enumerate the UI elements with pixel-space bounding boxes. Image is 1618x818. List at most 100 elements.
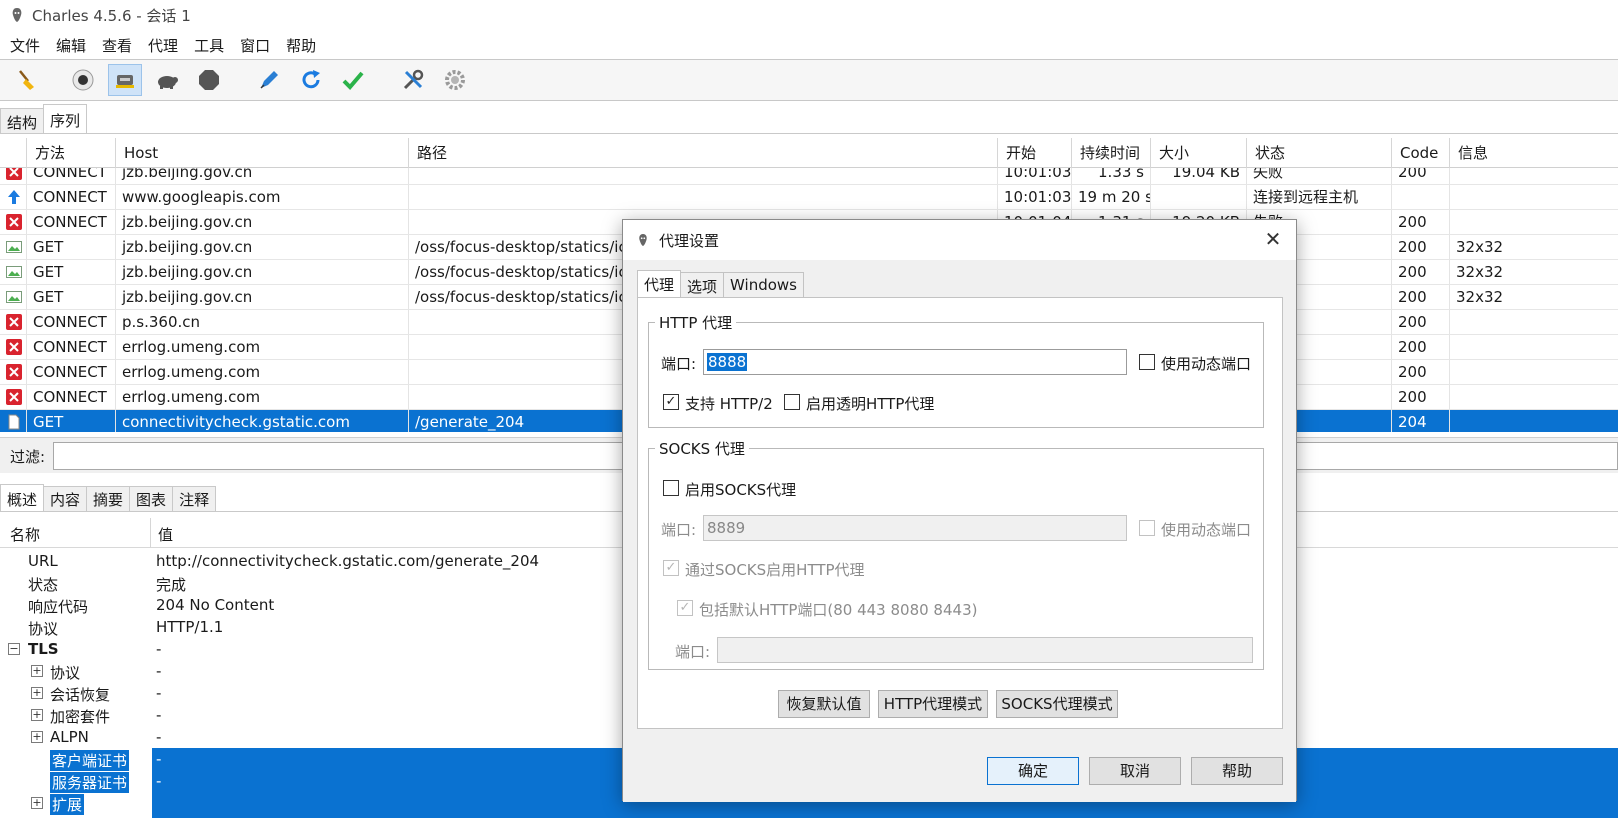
clear-session-button[interactable] <box>10 64 44 96</box>
restore-defaults-button[interactable]: 恢复默认值 <box>778 690 870 718</box>
refresh-icon <box>302 70 320 89</box>
include-default-ports-checkbox[interactable]: ✓ <box>677 600 693 616</box>
col-path[interactable]: 路径 <box>408 138 997 168</box>
menu-view[interactable]: 查看 <box>94 35 140 56</box>
help-button[interactable]: 帮助 <box>1191 757 1283 785</box>
col-host[interactable]: Host <box>115 138 408 168</box>
menu-bar: 文件 编辑 查看 代理 工具 窗口 帮助 <box>0 32 1618 58</box>
col-duration[interactable]: 持续时间 <box>1071 138 1150 168</box>
http-port-input[interactable]: 8888 <box>703 349 1127 375</box>
socks-ports-input[interactable] <box>717 637 1253 663</box>
cell-host: jzb.beijing.gov.cn <box>115 285 408 309</box>
cell-method: CONNECT <box>26 360 115 384</box>
image-file-icon <box>6 241 22 253</box>
cell-code: 200 <box>1391 310 1449 334</box>
repeat-button[interactable] <box>294 64 328 96</box>
socks-port-input[interactable]: 8889 <box>703 515 1127 541</box>
prop-name: 客户端证书 <box>50 750 130 771</box>
cell-size <box>1150 185 1246 209</box>
tab-structure[interactable]: 结构 <box>0 108 45 134</box>
stop-button[interactable] <box>192 64 226 96</box>
settings-button[interactable] <box>438 64 472 96</box>
menu-file[interactable]: 文件 <box>2 35 48 56</box>
charles-dialog-icon <box>639 234 647 246</box>
menu-proxy[interactable]: 代理 <box>140 35 186 56</box>
cell-size: 19.04 KB <box>1150 168 1246 184</box>
expand-icon[interactable]: + <box>31 797 43 809</box>
http-dynamic-port-checkbox[interactable] <box>1139 354 1155 370</box>
cell-path <box>408 185 997 209</box>
tab-sequence[interactable]: 序列 <box>43 104 88 134</box>
cell-host: connectivitycheck.gstatic.com <box>115 410 408 432</box>
via-socks-checkbox[interactable]: ✓ <box>663 560 679 576</box>
cancel-button[interactable]: 取消 <box>1089 757 1181 785</box>
cell-host: jzb.beijing.gov.cn <box>115 260 408 284</box>
expand-icon[interactable]: + <box>31 687 43 699</box>
ok-button[interactable]: 确定 <box>987 757 1079 785</box>
prop-value: 204 No Content <box>156 596 275 614</box>
transparent-proxy-checkbox[interactable] <box>784 394 800 410</box>
document-icon <box>8 414 20 430</box>
col-size[interactable]: 大小 <box>1150 138 1246 168</box>
table-row[interactable]: CONNECT www.googleapis.com 10:01:03 19 m 20… <box>0 185 1618 210</box>
table-row[interactable]: CONNECT jzb.beijing.gov.cn 10:01:03 1.33 s1… <box>0 168 1618 185</box>
expand-icon[interactable]: + <box>31 665 43 677</box>
col-code[interactable]: Code <box>1391 138 1449 168</box>
tools-icon <box>403 69 424 90</box>
col-method[interactable]: 方法 <box>26 138 115 168</box>
cell-method: CONNECT <box>26 168 115 184</box>
cell-info <box>1449 335 1618 359</box>
broom-icon <box>19 70 34 90</box>
tab-proxy[interactable]: 代理 <box>637 270 682 298</box>
tab-chart[interactable]: 图表 <box>129 486 174 512</box>
record-button[interactable] <box>66 64 100 96</box>
include-default-ports-label: 包括默认HTTP端口(80 443 8080 8443) <box>699 601 978 619</box>
cell-info <box>1449 410 1618 432</box>
props-col-divider <box>150 518 151 548</box>
tools-button[interactable] <box>396 64 430 96</box>
menu-tools[interactable]: 工具 <box>186 35 232 56</box>
cell-code: 200 <box>1391 360 1449 384</box>
tab-contents[interactable]: 内容 <box>43 486 88 512</box>
compose-button[interactable] <box>252 64 286 96</box>
cell-method: CONNECT <box>26 185 115 209</box>
cell-code: 200 <box>1391 385 1449 409</box>
error-icon <box>6 364 22 380</box>
http-proxy-mode-button[interactable]: HTTP代理模式 <box>878 690 988 718</box>
tab-notes[interactable]: 注释 <box>172 486 217 512</box>
socks-proxy-mode-button[interactable]: SOCKS代理模式 <box>996 690 1118 718</box>
prop-name: 响应代码 <box>28 598 89 616</box>
menu-help[interactable]: 帮助 <box>278 35 324 56</box>
tab-options[interactable]: 选项 <box>680 272 725 298</box>
tab-summary[interactable]: 摘要 <box>86 486 131 512</box>
prop-name: 会话恢复 <box>50 686 111 704</box>
cell-info: 32x32 <box>1449 260 1618 284</box>
cell-info <box>1449 385 1618 409</box>
col-status[interactable]: 状态 <box>1246 138 1391 168</box>
expand-icon[interactable]: + <box>31 709 43 721</box>
cell-duration: 19 m 20 s <box>1071 185 1150 209</box>
col-info[interactable]: 信息 <box>1449 138 1618 168</box>
collapse-icon[interactable]: − <box>8 643 20 655</box>
close-icon[interactable]: ✕ <box>1262 228 1284 250</box>
throttle-button[interactable] <box>108 64 142 96</box>
throttle-icon <box>116 75 134 88</box>
enable-socks-label: 启用SOCKS代理 <box>685 481 797 499</box>
cell-code <box>1391 185 1449 209</box>
socks-port-label: 端口: <box>661 521 697 539</box>
socks-dynamic-port-checkbox[interactable] <box>1139 520 1155 536</box>
cell-path <box>408 168 997 184</box>
menu-edit[interactable]: 编辑 <box>48 35 94 56</box>
validate-button[interactable] <box>336 64 370 96</box>
http2-checkbox[interactable]: ✓ <box>663 394 679 410</box>
col-start[interactable]: 开始 <box>997 138 1071 168</box>
error-icon <box>6 339 22 355</box>
tab-overview[interactable]: 概述 <box>0 484 45 512</box>
menu-window[interactable]: 窗口 <box>232 35 278 56</box>
tab-windows[interactable]: Windows <box>723 272 804 298</box>
error-icon <box>6 168 22 180</box>
breakpoints-button[interactable] <box>150 64 184 96</box>
socks-ports-label: 端口: <box>675 643 711 661</box>
expand-icon[interactable]: + <box>31 731 43 743</box>
enable-socks-checkbox[interactable] <box>663 480 679 496</box>
